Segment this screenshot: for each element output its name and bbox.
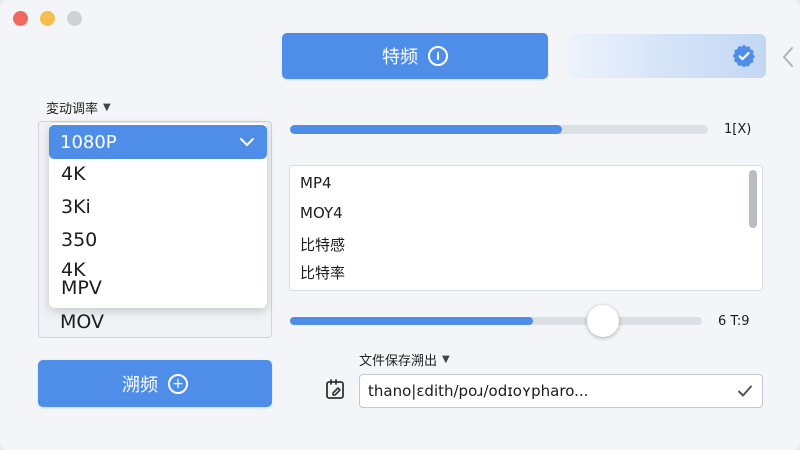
- maximize-window-button[interactable]: [67, 11, 82, 26]
- chevron-down-icon: ▼: [442, 354, 450, 365]
- folder-edit-icon[interactable]: [324, 377, 348, 401]
- resolution-label-text: 変动调率: [46, 102, 99, 117]
- gear-icon[interactable]: [730, 42, 758, 70]
- resolution-selected-option[interactable]: 1080P: [49, 125, 267, 159]
- close-window-button[interactable]: [13, 11, 28, 26]
- resolution-selected-label: 1080P: [60, 131, 117, 153]
- progress-bar-fill: [290, 125, 562, 134]
- format-list-scrollbar[interactable]: [749, 170, 757, 228]
- resolution-dropdown-menu: 1080P 4K 3Ki 350 4K MPV: [49, 123, 267, 308]
- format-list-item[interactable]: 比特感: [300, 234, 345, 255]
- progress-label: 1[X): [724, 122, 752, 137]
- format-list-item[interactable]: MOY4: [300, 204, 343, 222]
- format-list-item[interactable]: MP4: [300, 174, 332, 192]
- resolution-option[interactable]: MOV: [60, 311, 104, 333]
- output-path-input[interactable]: [359, 374, 763, 408]
- minimize-window-button[interactable]: [40, 11, 55, 26]
- resolution-option[interactable]: 4K: [61, 163, 86, 185]
- secondary-action-label: 溯频: [122, 374, 158, 396]
- format-list-item[interactable]: 比特率: [300, 262, 345, 283]
- output-label[interactable]: 文件保存溯出 ▼: [359, 350, 450, 369]
- output-label-text: 文件保存溯出: [359, 354, 438, 369]
- resolution-option[interactable]: 350: [61, 229, 97, 251]
- quality-slider-thumb[interactable]: [587, 305, 619, 337]
- chevron-down-icon: [240, 138, 254, 147]
- resolution-label[interactable]: 変动调率 ▼: [46, 98, 111, 117]
- plus-circle-icon: +: [168, 373, 188, 394]
- primary-action-label: 特频: [382, 47, 418, 68]
- secondary-action-button[interactable]: 溯频 +: [38, 360, 272, 407]
- quality-slider-fill: [290, 317, 534, 325]
- check-icon[interactable]: [736, 382, 754, 400]
- app-window: 特频 i 変动调率 ▼ MOV 1080P 4K 3Ki 350 4K MPV …: [0, 0, 800, 450]
- info-icon: i: [428, 46, 448, 66]
- progress-bar: [290, 125, 708, 134]
- resolution-option[interactable]: 3Ki: [61, 196, 91, 218]
- chevron-down-icon: ▼: [103, 102, 111, 113]
- resolution-option[interactable]: MPV: [61, 277, 102, 299]
- format-list: MP4 MOY4 比特感 比特率: [289, 165, 763, 291]
- slider-label: 6 T:9: [718, 314, 750, 329]
- quality-slider[interactable]: [290, 317, 702, 325]
- primary-action-button[interactable]: 特频 i: [282, 33, 548, 79]
- chevron-left-icon[interactable]: [778, 45, 798, 69]
